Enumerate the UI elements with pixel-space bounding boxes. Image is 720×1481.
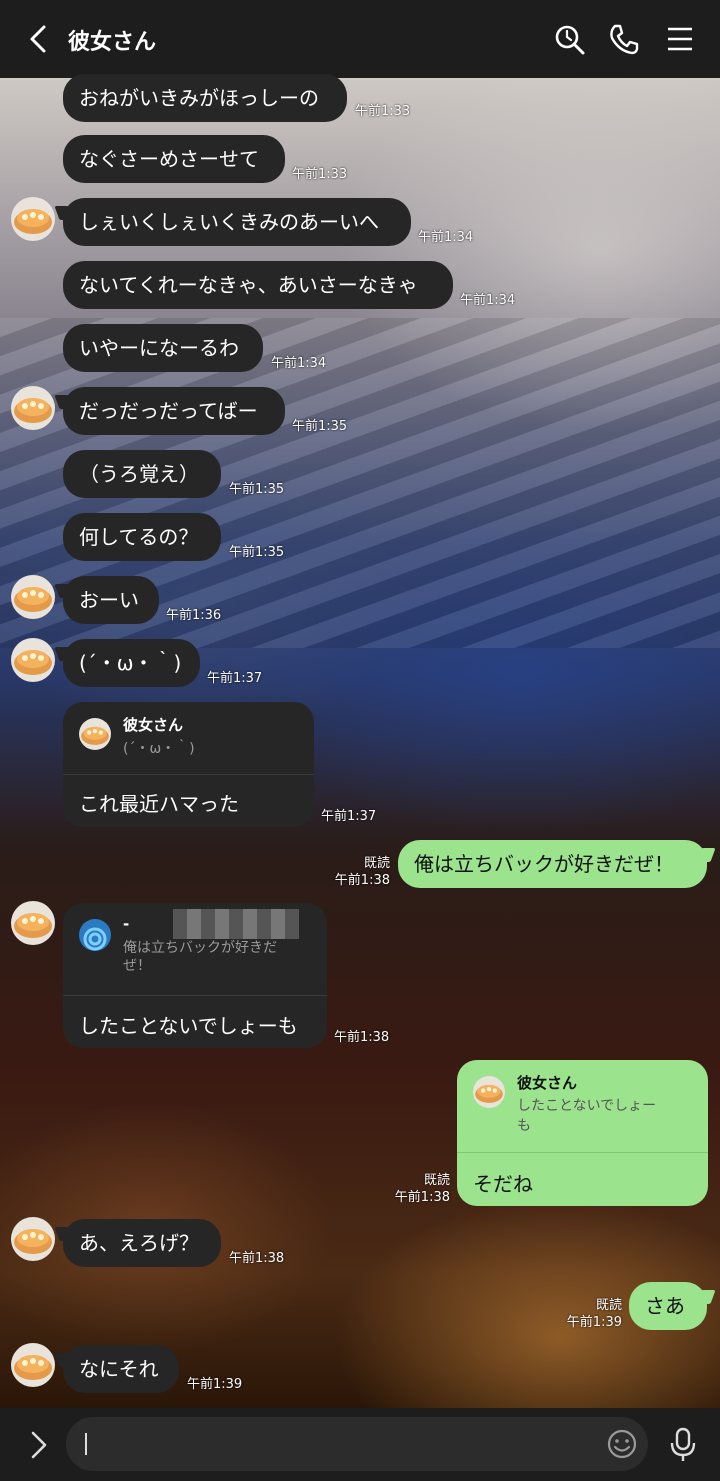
quoted-sender: 彼女さん <box>123 716 184 734</box>
back-arrow-icon[interactable] <box>22 22 56 56</box>
avatar[interactable] <box>11 575 55 619</box>
message-time: 午前1:34 <box>271 356 327 371</box>
message-bubble[interactable]: あ、えろげ？ <box>63 1219 221 1267</box>
quoted-text: (´・ω・｀) <box>123 741 195 757</box>
quoted-text: 俺は立ちバックが好きだ ぜ！ <box>123 940 277 974</box>
quoted-message[interactable]: 彼女さん したことないでしょーも <box>457 1060 708 1153</box>
quoted-avatar <box>79 919 111 951</box>
message-bubble[interactable]: おーい <box>63 576 159 624</box>
message-bubble[interactable]: いやーになーるわ <box>63 324 263 372</box>
message-time: 午前1:39 <box>566 1315 622 1330</box>
message-time: 午前1:34 <box>418 230 474 245</box>
reply-message-bubble[interactable]: - 俺は立ちバックが好きだ ぜ！ したことないでしょーも <box>63 903 327 1048</box>
message-bubble[interactable]: おねがいきみがほっしーの <box>63 74 347 122</box>
microphone-icon[interactable] <box>668 1426 698 1464</box>
message-bubble[interactable]: ないてくれーなきゃ、あいさーなきゃ <box>63 261 453 309</box>
message-bubble[interactable]: (´・ω・｀) <box>63 639 200 687</box>
message-bubble[interactable]: （うろ覚え） <box>63 450 221 498</box>
message-bubble[interactable]: なにそれ <box>63 1345 179 1393</box>
message-bubble[interactable]: なぐさーめさーせて <box>63 135 285 183</box>
message-time: 午前1:38 <box>334 1030 390 1045</box>
message-input-bar <box>0 1408 720 1481</box>
quoted-message[interactable]: - 俺は立ちバックが好きだ ぜ！ <box>63 903 327 996</box>
message-time: 午前1:33 <box>292 167 348 182</box>
quoted-avatar <box>473 1076 505 1108</box>
avatar[interactable] <box>11 638 55 682</box>
avatar[interactable] <box>11 386 55 430</box>
message-bubble[interactable]: しぇいくしぇいくきみのあーいへ <box>63 198 411 246</box>
message-time: 午前1:35 <box>292 419 348 434</box>
message-bubble[interactable]: だっだっだってばー <box>63 387 285 435</box>
message-time: 午前1:39 <box>187 1377 243 1392</box>
phone-icon[interactable] <box>607 22 641 56</box>
avatar[interactable] <box>11 1343 55 1387</box>
avatar[interactable] <box>11 1217 55 1261</box>
reply-message-bubble[interactable]: 彼女さん (´・ω・｀) これ最近ハマった <box>63 702 314 827</box>
message-time: 午前1:36 <box>166 608 222 623</box>
sent-reply-bubble[interactable]: 彼女さん したことないでしょーも そだね <box>457 1060 708 1206</box>
emoji-icon[interactable] <box>606 1428 638 1460</box>
message-bubble[interactable]: 何してるの？ <box>63 513 221 561</box>
menu-icon[interactable] <box>663 22 697 56</box>
avatar[interactable] <box>11 901 55 945</box>
message-time: 午前1:38 <box>334 873 390 888</box>
message-time: 午前1:34 <box>460 293 516 308</box>
message-time: 午前1:38 <box>229 1251 285 1266</box>
message-time: 午前1:37 <box>321 809 377 824</box>
message-input[interactable] <box>66 1417 648 1471</box>
message-text: そだね <box>473 1172 533 1196</box>
avatar[interactable] <box>11 197 55 241</box>
sent-message-bubble[interactable]: さあ <box>629 1282 707 1330</box>
message-time: 午前1:35 <box>229 545 285 560</box>
text-caret <box>85 1433 87 1455</box>
message-text: したことないでしょーも <box>79 1014 298 1038</box>
message-time: 午前1:33 <box>355 104 411 119</box>
message-time: 午前1:35 <box>229 482 285 497</box>
message-time: 午前1:37 <box>207 671 263 686</box>
chevron-right-icon[interactable] <box>24 1428 54 1462</box>
sent-message-bubble[interactable]: 俺は立ちバックが好きだぜ！ <box>398 840 707 888</box>
redaction-block <box>173 909 299 939</box>
chat-header: 彼女さん <box>0 0 720 78</box>
quoted-sender: - <box>123 915 130 933</box>
quoted-text: したことないでしょーも <box>517 1098 657 1134</box>
chat-title: 彼女さん <box>68 30 157 55</box>
search-icon[interactable] <box>552 22 586 56</box>
message-text: これ最近ハマった <box>79 792 239 816</box>
quoted-message[interactable]: 彼女さん (´・ω・｀) <box>63 702 314 775</box>
quoted-avatar <box>79 718 111 750</box>
quoted-sender: 彼女さん <box>517 1074 578 1092</box>
message-time: 午前1:38 <box>394 1190 450 1205</box>
